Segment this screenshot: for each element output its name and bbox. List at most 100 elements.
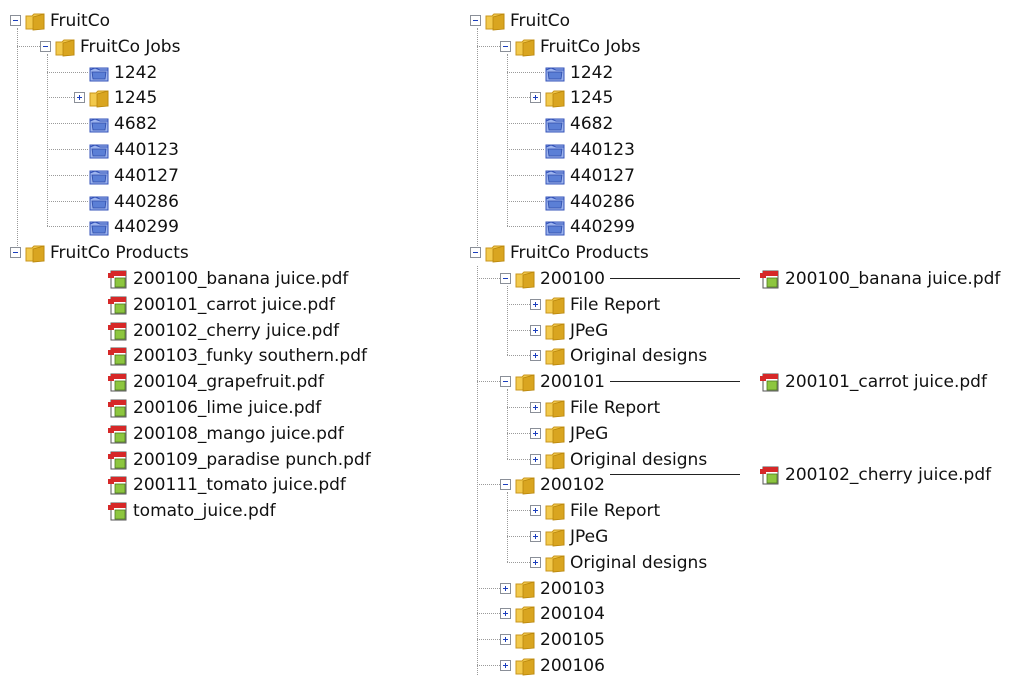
job-folder-icon	[544, 63, 566, 83]
job-item-label[interactable]: 1245	[114, 87, 157, 109]
expand-icon[interactable]	[74, 92, 85, 104]
collapse-icon[interactable]	[10, 15, 21, 26]
subfolder-item[interactable]	[0, 318, 10, 344]
subfolder-item-label[interactable]: File Report	[570, 397, 660, 419]
collapse-icon[interactable]	[500, 40, 511, 52]
job-item[interactable]	[0, 60, 10, 86]
product-group-collapsed-label[interactable]: 200103	[540, 578, 605, 600]
product-group-collapsed-label[interactable]: 200105	[540, 629, 605, 651]
pdf-file-item-label[interactable]: 200104_grapefruit.pdf	[133, 371, 324, 393]
subfolder-item[interactable]	[0, 395, 10, 421]
tree-node-fruitco-products-label[interactable]: FruitCo Products	[510, 242, 649, 264]
pdf-file-item-label[interactable]: 200103_funky southern.pdf	[133, 345, 367, 367]
job-item-label[interactable]: 1245	[570, 87, 613, 109]
expand-icon[interactable]	[530, 92, 541, 104]
job-item-label[interactable]: 1242	[570, 62, 613, 84]
pdf-file-item-label[interactable]: 200101_carrot juice.pdf	[133, 294, 335, 316]
expand-icon[interactable]	[500, 634, 511, 646]
subfolder-item-label[interactable]: JPeG	[570, 423, 608, 445]
job-item-label[interactable]: 440127	[570, 165, 635, 187]
job-item[interactable]	[0, 214, 10, 240]
subfolder-item-label[interactable]: Original designs	[570, 449, 707, 471]
product-group-collapsed-label[interactable]: 200106	[540, 655, 605, 677]
product-group-collapsed[interactable]	[0, 653, 10, 679]
linked-pdf-file[interactable]	[0, 369, 10, 395]
linked-pdf-file-label[interactable]: 200101_carrot juice.pdf	[785, 371, 987, 393]
job-item-label[interactable]: 4682	[114, 113, 157, 135]
expand-icon[interactable]	[530, 556, 541, 568]
job-item[interactable]	[0, 163, 10, 189]
product-group-label[interactable]: 200101	[540, 371, 605, 393]
pdf-file-item-label[interactable]: 200100_banana juice.pdf	[133, 268, 348, 290]
product-group-collapsed[interactable]	[0, 576, 10, 602]
subfolder-item-label[interactable]: File Report	[570, 500, 660, 522]
job-item[interactable]	[0, 111, 10, 137]
subfolder-item[interactable]	[0, 524, 10, 550]
expand-icon[interactable]	[530, 324, 541, 336]
product-group-label[interactable]: 200102	[540, 474, 605, 496]
job-item-label[interactable]: 440299	[114, 216, 179, 238]
tree-node-fruitco-products[interactable]	[0, 240, 10, 266]
tree-node-fruitco[interactable]	[0, 8, 10, 34]
collapse-icon[interactable]	[500, 273, 511, 284]
job-item-label[interactable]: 4682	[570, 113, 613, 135]
expand-icon[interactable]	[500, 582, 511, 594]
collapse-icon[interactable]	[40, 40, 51, 52]
expand-icon[interactable]	[530, 505, 541, 517]
linked-pdf-file[interactable]	[0, 266, 10, 292]
subfolder-item[interactable]	[0, 343, 10, 369]
pdf-file-item-label[interactable]: 200106_lime juice.pdf	[133, 397, 321, 419]
linked-pdf-file-label[interactable]: 200100_banana juice.pdf	[785, 268, 1000, 290]
product-group-collapsed[interactable]	[0, 627, 10, 653]
subfolder-item-label[interactable]: Original designs	[570, 345, 707, 367]
linked-pdf-file-label[interactable]: 200102_cherry juice.pdf	[785, 464, 991, 486]
subfolder-item-label[interactable]: JPeG	[570, 320, 608, 342]
subfolder-item-label[interactable]: File Report	[570, 294, 660, 316]
subfolder-item-label[interactable]: JPeG	[570, 526, 608, 548]
pdf-file-item-label[interactable]: 200109_paradise punch.pdf	[133, 449, 371, 471]
job-item-label[interactable]: 440286	[570, 191, 635, 213]
job-item[interactable]	[0, 85, 10, 111]
product-group-label[interactable]: 200100	[540, 268, 605, 290]
pdf-file-item-label[interactable]: 200102_cherry juice.pdf	[133, 320, 339, 342]
pdf-file-item-label[interactable]: tomato_juice.pdf	[133, 500, 276, 522]
expand-icon[interactable]	[530, 531, 541, 542]
tree-node-fruitco-jobs-label[interactable]: FruitCo Jobs	[540, 36, 640, 58]
expand-icon[interactable]	[530, 427, 541, 439]
subfolder-item[interactable]	[0, 498, 10, 524]
product-group-collapsed[interactable]	[0, 601, 10, 627]
subfolder-item[interactable]	[0, 550, 10, 576]
expand-icon[interactable]	[530, 402, 541, 413]
job-item[interactable]	[0, 189, 10, 215]
pdf-file-item-label[interactable]: 200111_tomato juice.pdf	[133, 474, 346, 496]
collapse-icon[interactable]	[470, 15, 481, 26]
product-group-collapsed-label[interactable]: 200104	[540, 603, 605, 625]
expand-icon[interactable]	[530, 350, 541, 362]
collapse-icon[interactable]	[500, 376, 511, 388]
tree-node-fruitco-label[interactable]: FruitCo	[510, 10, 570, 32]
job-item-label[interactable]: 440123	[114, 139, 179, 161]
job-item-label[interactable]: 1242	[114, 62, 157, 84]
collapse-icon[interactable]	[470, 247, 481, 259]
job-item-label[interactable]: 440123	[570, 139, 635, 161]
tree-node-fruitco-products-label[interactable]: FruitCo Products	[50, 242, 189, 264]
subfolder-item-label[interactable]: Original designs	[570, 552, 707, 574]
job-item-label[interactable]: 440286	[114, 191, 179, 213]
tree-node-fruitco-jobs-label[interactable]: FruitCo Jobs	[80, 36, 180, 58]
collapse-icon[interactable]	[10, 247, 21, 259]
job-item-label[interactable]: 440299	[570, 216, 635, 238]
pdf-file-item-label[interactable]: 200108_mango juice.pdf	[133, 423, 344, 445]
expand-icon[interactable]	[530, 298, 541, 310]
subfolder-item[interactable]	[0, 292, 10, 318]
job-item-label[interactable]: 440127	[114, 165, 179, 187]
expand-icon[interactable]	[500, 608, 511, 620]
expand-icon[interactable]	[500, 660, 511, 671]
tree-guide-line	[477, 278, 500, 279]
expand-icon[interactable]	[530, 453, 541, 465]
tree-node-fruitco-label[interactable]: FruitCo	[50, 10, 110, 32]
collapse-icon[interactable]	[500, 479, 511, 491]
subfolder-item[interactable]	[0, 421, 10, 447]
linked-pdf-file[interactable]	[0, 462, 10, 488]
tree-node-fruitco-jobs[interactable]	[0, 34, 10, 60]
job-item[interactable]	[0, 137, 10, 163]
